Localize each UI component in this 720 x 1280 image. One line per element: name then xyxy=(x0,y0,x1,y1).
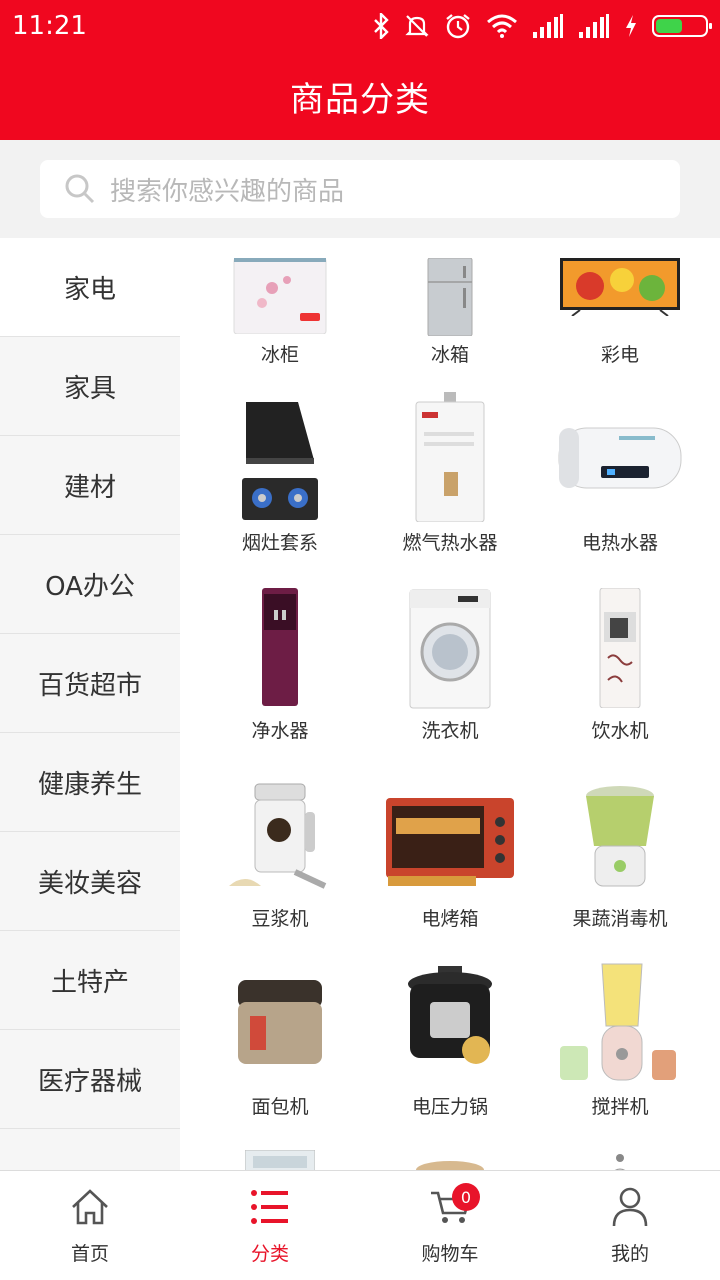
product-item-partial[interactable] xyxy=(366,1138,534,1170)
sidebar-item-label: 美妆美容 xyxy=(37,868,142,899)
product-grid: 冰柜 冰箱 彩电 烟灶套系 燃气热水器 电热水器 净水器 洗衣机 饮水机 豆浆机… xyxy=(180,238,720,1170)
sidebar-item-label: 百货超市 xyxy=(37,670,142,701)
page-title: 商品分类 xyxy=(290,79,430,120)
product-label: 洗衣机 xyxy=(421,720,479,742)
cart-count-badge: 0 xyxy=(452,1183,480,1211)
sidebar-item-local-specialties[interactable]: 土特产 xyxy=(0,931,180,1030)
refrigerator-image xyxy=(366,258,534,336)
battery-icon xyxy=(652,15,712,37)
signal-icon xyxy=(533,14,563,38)
wifi-icon xyxy=(487,14,517,38)
search-icon xyxy=(65,174,95,204)
product-label: 彩电 xyxy=(600,344,639,366)
product-item[interactable]: 燃气热水器 xyxy=(366,386,534,574)
product-label: 电热水器 xyxy=(581,532,658,554)
mute-icon xyxy=(405,15,429,37)
fruit-sterilizer-image xyxy=(536,782,704,892)
signal-icon xyxy=(579,14,609,38)
alarm-icon xyxy=(446,14,470,39)
sidebar-item-label: 家电 xyxy=(63,274,116,305)
appliance-image xyxy=(196,1150,364,1170)
tab-label: 首页 xyxy=(70,1243,109,1265)
product-item[interactable]: 面包机 xyxy=(196,950,364,1138)
electric-oven-image xyxy=(366,796,534,888)
product-label: 豆浆机 xyxy=(251,908,309,930)
washing-machine-image xyxy=(366,588,534,710)
product-item[interactable]: 烟灶套系 xyxy=(196,386,364,574)
bottom-tab-bar: 首页 分类 购物车 0 我的 xyxy=(0,1170,720,1280)
category-sidebar: 家电 家具 建材 OA办公 百货超市 健康养生 美妆美容 土特产 医疗器械 xyxy=(0,238,180,1170)
sidebar-item-supermarket[interactable]: 百货超市 xyxy=(0,634,180,733)
bread-maker-image xyxy=(196,976,364,1068)
user-icon xyxy=(612,1187,648,1227)
status-icons xyxy=(372,12,712,40)
product-item[interactable]: 搅拌机 xyxy=(536,950,704,1138)
product-label: 果蔬消毒机 xyxy=(572,908,668,930)
appliance-image xyxy=(366,1160,534,1170)
blender-image xyxy=(536,962,704,1084)
product-label: 燃气热水器 xyxy=(402,532,498,554)
product-item-partial[interactable] xyxy=(196,1138,364,1170)
tab-label: 购物车 xyxy=(421,1243,479,1265)
product-label: 烟灶套系 xyxy=(241,532,318,554)
chest-freezer-image xyxy=(196,258,364,334)
sidebar-item-label: 医疗器械 xyxy=(37,1066,142,1097)
tab-category[interactable]: 分类 xyxy=(180,1171,360,1280)
product-label: 冰箱 xyxy=(430,344,469,366)
product-label: 净水器 xyxy=(251,720,309,742)
product-item[interactable]: 豆浆机 xyxy=(196,762,364,950)
pressure-cooker-image xyxy=(366,966,534,1070)
bluetooth-icon xyxy=(374,13,389,39)
tab-cart[interactable]: 购物车 0 xyxy=(360,1171,540,1280)
product-label: 电烤箱 xyxy=(421,908,479,930)
water-purifier-image xyxy=(196,588,364,706)
charging-icon xyxy=(626,15,636,37)
sidebar-item-furniture[interactable]: 家具 xyxy=(0,337,180,436)
product-label: 搅拌机 xyxy=(591,1096,649,1118)
product-item[interactable]: 电烤箱 xyxy=(366,762,534,950)
sidebar-item-label: 健康养生 xyxy=(37,769,142,800)
range-hood-stove-image xyxy=(196,400,364,522)
tab-home[interactable]: 首页 xyxy=(0,1171,180,1280)
search-input[interactable]: 搜索你感兴趣的商品 xyxy=(40,160,680,218)
appliance-image xyxy=(536,1152,704,1170)
gas-water-heater-image xyxy=(366,392,534,522)
product-item[interactable]: 净水器 xyxy=(196,574,364,762)
product-item[interactable]: 果蔬消毒机 xyxy=(536,762,704,950)
sidebar-item-office[interactable]: OA办公 xyxy=(0,535,180,634)
tab-label: 分类 xyxy=(250,1243,289,1265)
sidebar-item-health[interactable]: 健康养生 xyxy=(0,733,180,832)
sidebar-item-beauty[interactable]: 美妆美容 xyxy=(0,832,180,931)
soymilk-maker-image xyxy=(196,782,364,894)
tab-me[interactable]: 我的 xyxy=(540,1171,720,1280)
sidebar-item-building-materials[interactable]: 建材 xyxy=(0,436,180,535)
electric-water-heater-image xyxy=(536,426,704,490)
sidebar-item-home-appliances[interactable]: 家电 xyxy=(0,238,180,337)
product-label: 电压力锅 xyxy=(411,1096,488,1118)
product-label: 饮水机 xyxy=(591,720,649,742)
status-bar: 11:21 xyxy=(0,0,720,52)
list-icon xyxy=(251,1190,288,1224)
sidebar-item-medical[interactable]: 医疗器械 xyxy=(0,1030,180,1129)
product-item[interactable]: 饮水机 xyxy=(536,574,704,762)
product-item[interactable]: 电热水器 xyxy=(536,386,704,574)
product-item[interactable]: 洗衣机 xyxy=(366,574,534,762)
sidebar-item-label: 土特产 xyxy=(50,967,129,998)
sidebar-item-label: 建材 xyxy=(63,472,116,503)
product-item-partial[interactable] xyxy=(536,1138,704,1170)
product-label: 面包机 xyxy=(251,1096,309,1118)
home-icon xyxy=(72,1189,108,1225)
search-bar-area: 搜索你感兴趣的商品 xyxy=(0,140,720,238)
product-label: 冰柜 xyxy=(260,344,299,366)
water-dispenser-image xyxy=(536,588,704,708)
product-item[interactable]: 电压力锅 xyxy=(366,950,534,1138)
sidebar-item-label: 家具 xyxy=(63,373,116,404)
search-placeholder: 搜索你感兴趣的商品 xyxy=(110,176,345,207)
sidebar-item-label: OA办公 xyxy=(45,571,135,602)
page-header: 商品分类 xyxy=(0,52,720,140)
television-image xyxy=(536,258,704,316)
tab-label: 我的 xyxy=(610,1243,649,1265)
status-time: 11:21 xyxy=(12,11,87,41)
